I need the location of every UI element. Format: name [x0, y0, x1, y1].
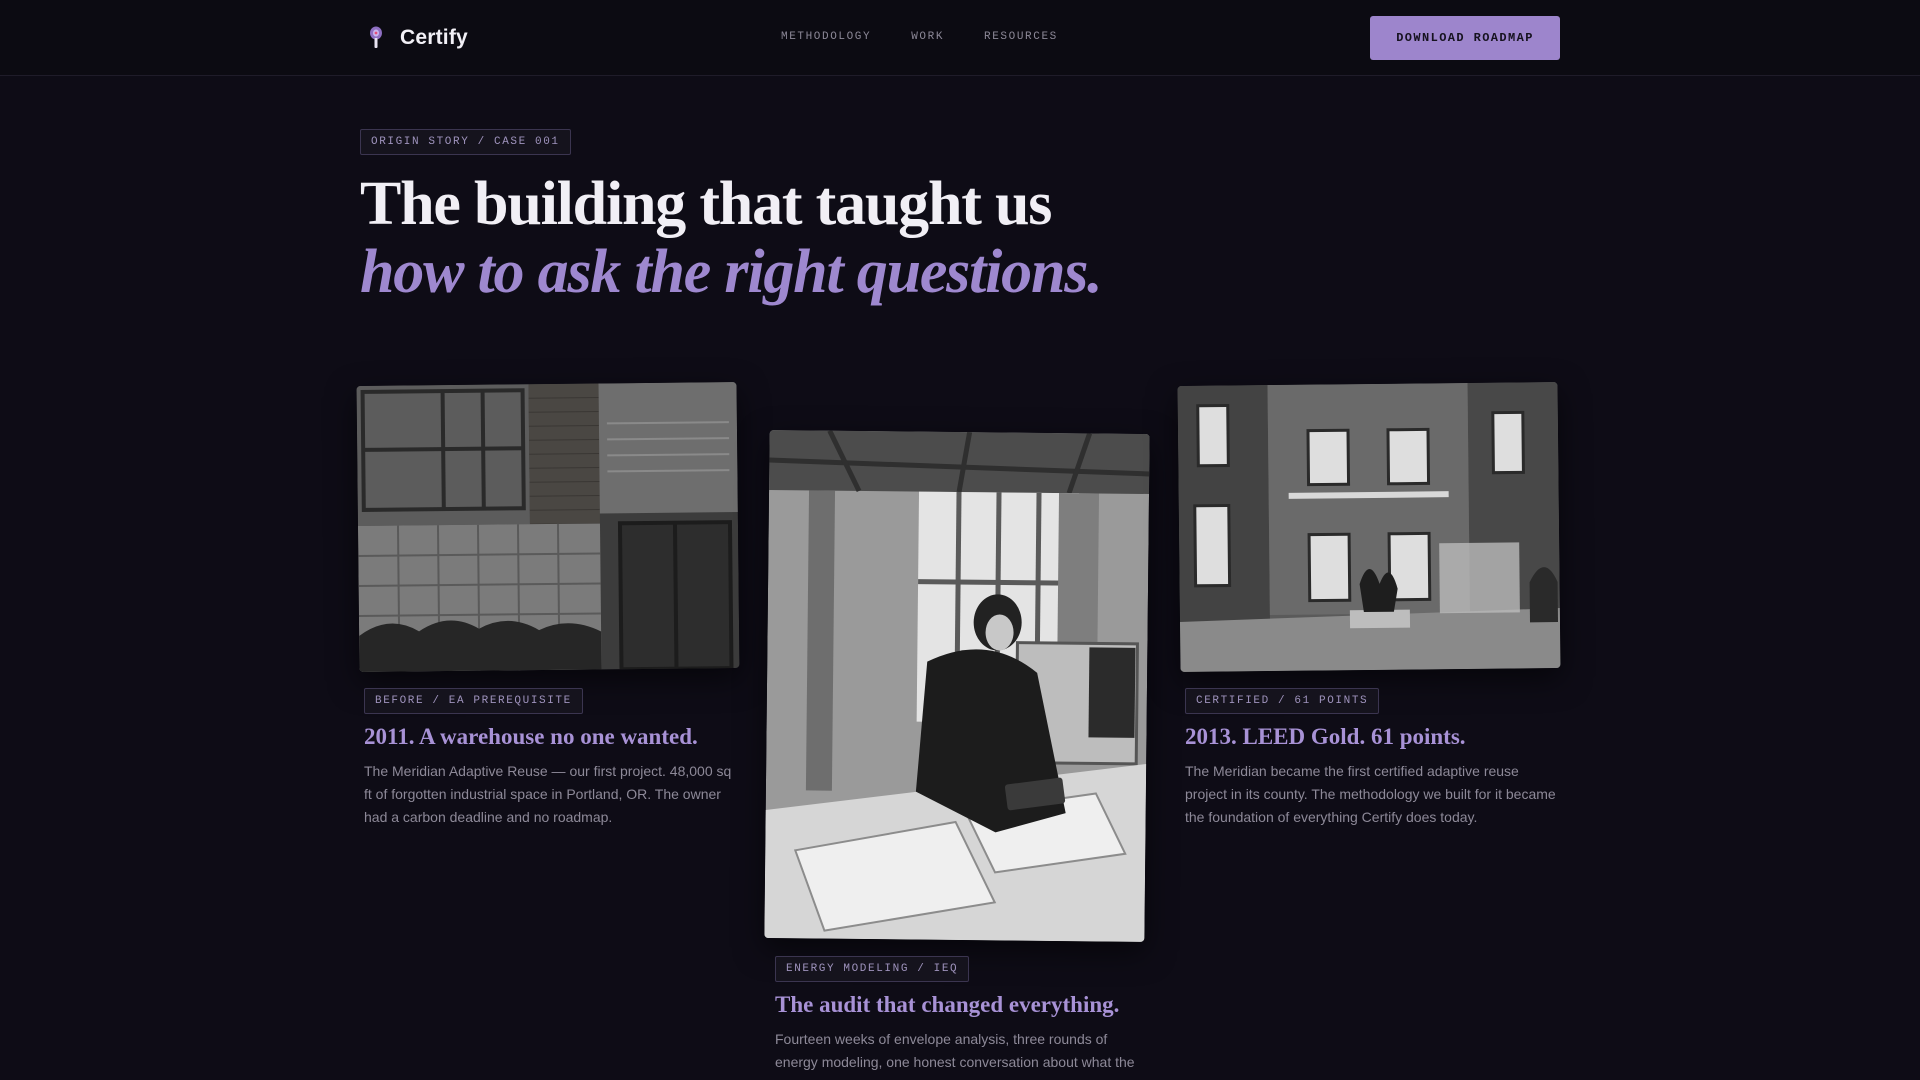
nav-link-resources[interactable]: RESOURCES — [984, 31, 1058, 43]
renovated-loft-interior-photo — [1177, 382, 1561, 672]
card-title-certified: 2013. LEED Gold. 61 points. — [1185, 724, 1466, 749]
warehouse-exterior-photo — [356, 382, 740, 672]
card-title-before: 2011. A warehouse no one wanted. — [364, 724, 698, 749]
card-text-certified: The Meridian became the first certified … — [1185, 763, 1556, 825]
hero-eyebrow-tag: ORIGIN STORY / CASE 001 — [360, 129, 571, 155]
brand-name: Certify — [400, 26, 468, 49]
card-title-audit: The audit that changed everything. — [775, 992, 1120, 1017]
brand-logo-link[interactable]: Certify — [366, 24, 468, 52]
hero-headline: The building that taught us how to ask t… — [360, 170, 1360, 306]
engineer-reviewing-plans-photo — [764, 430, 1150, 942]
card-text-before: The Meridian Adaptive Reuse — our first … — [364, 763, 732, 825]
nav-link-work[interactable]: WORK — [911, 31, 944, 43]
brand-logo-icon — [366, 24, 386, 52]
card-tag-before: BEFORE / EA PREREQUISITE — [364, 688, 583, 714]
top-navigation: Certify METHODOLOGY WORK RESOURCES DOWNL… — [0, 0, 1920, 76]
primary-nav: METHODOLOGY WORK RESOURCES — [781, 31, 1058, 43]
card-tag-audit: ENERGY MODELING / IEQ — [775, 956, 970, 982]
hero-headline-line-2: how to ask the right questions. — [360, 238, 1103, 306]
card-tag-certified: CERTIFIED / 61 POINTS — [1185, 688, 1380, 714]
nav-link-methodology[interactable]: METHODOLOGY — [781, 31, 871, 43]
hero-headline-line-1: The building that taught us — [360, 170, 1052, 238]
card-text-audit: Fourteen weeks of envelope analysis, thr… — [775, 1031, 1135, 1070]
download-roadmap-button[interactable]: DOWNLOAD ROADMAP — [1370, 16, 1560, 60]
